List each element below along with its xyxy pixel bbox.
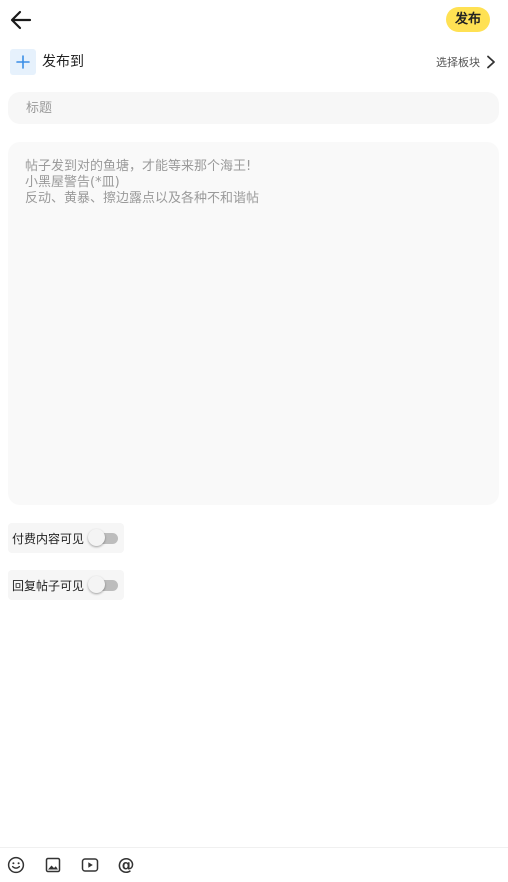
video-button[interactable] — [80, 855, 100, 875]
add-board-button[interactable] — [10, 49, 36, 75]
mention-button[interactable]: @ — [116, 855, 136, 875]
plus-icon — [16, 55, 30, 69]
reply-visible-label: 回复帖子可见 — [12, 578, 85, 593]
publish-to-row: 发布到 选择板块 — [10, 49, 496, 75]
paid-content-visible-switch[interactable] — [88, 529, 119, 546]
image-icon — [45, 857, 61, 873]
back-button[interactable] — [8, 8, 34, 32]
chevron-right-icon — [487, 55, 495, 69]
publish-to-label: 发布到 — [42, 54, 84, 70]
title-input[interactable] — [8, 92, 499, 124]
arrow-left-icon — [10, 10, 32, 30]
content-textarea[interactable] — [8, 142, 499, 505]
emoji-icon — [7, 856, 25, 874]
paid-content-visible-label: 付费内容可见 — [12, 531, 85, 546]
select-board-label: 选择板块 — [436, 56, 480, 69]
reply-visible-row: 回复帖子可见 — [8, 570, 124, 600]
emoji-button[interactable] — [6, 855, 26, 875]
paid-content-visible-row: 付费内容可见 — [8, 523, 124, 553]
switch-knob — [88, 529, 106, 546]
publish-button[interactable]: 发布 — [445, 7, 490, 32]
switch-knob — [88, 576, 106, 593]
header-bar: 发布 — [0, 0, 508, 40]
at-mention-icon: @ — [117, 855, 135, 875]
select-board-button[interactable]: 选择板块 — [436, 52, 496, 72]
reply-visible-switch[interactable] — [88, 576, 119, 593]
image-button[interactable] — [43, 855, 63, 875]
video-icon — [81, 858, 99, 872]
bottom-toolbar: @ — [0, 847, 508, 882]
